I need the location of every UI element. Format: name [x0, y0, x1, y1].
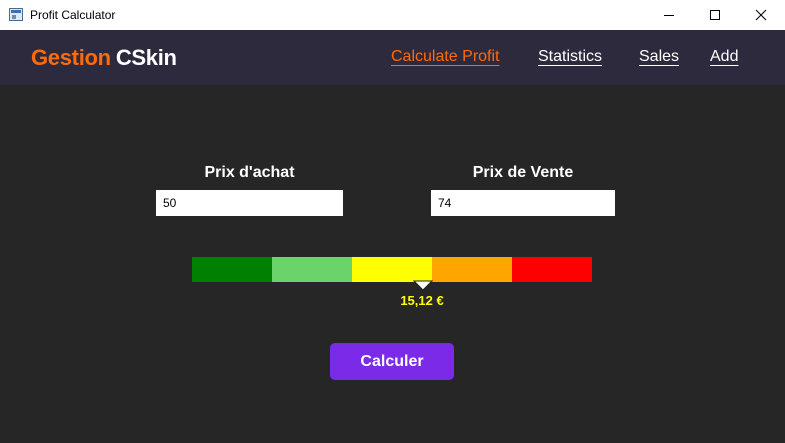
- brand-part-cskin: CSkin: [115, 45, 177, 70]
- nav-bar: Gestion CSkin Calculate Profit Statistics…: [0, 30, 785, 85]
- gauge-segment: [432, 257, 512, 282]
- close-button[interactable]: [738, 0, 784, 30]
- brand-logo: Gestion CSkin: [31, 45, 177, 71]
- gauge-segment: [192, 257, 272, 282]
- nav-statistics[interactable]: Statistics: [538, 48, 602, 66]
- purchase-price-label: Prix d'achat: [204, 164, 295, 181]
- gauge-marker-icon: [413, 280, 433, 291]
- profit-gauge: [192, 257, 592, 282]
- sale-price-label: Prix de Vente: [472, 164, 574, 181]
- nav-add[interactable]: Add: [710, 48, 738, 66]
- calculate-button[interactable]: Calculer: [330, 343, 454, 380]
- window-title: Profit Calculator: [30, 8, 116, 22]
- brand-part-gestion: Gestion: [31, 45, 111, 70]
- nav-sales[interactable]: Sales: [639, 48, 679, 66]
- gauge-segment: [352, 257, 432, 282]
- sale-price-input[interactable]: [431, 190, 615, 216]
- close-icon: [755, 9, 767, 21]
- nav-calculate-profit[interactable]: Calculate Profit: [391, 48, 500, 66]
- profit-value: 15,12 €: [400, 293, 444, 308]
- maximize-icon: [710, 10, 720, 20]
- maximize-button[interactable]: [692, 0, 738, 30]
- minimize-icon: [664, 15, 674, 16]
- window-title-bar: Profit Calculator: [0, 0, 785, 30]
- gauge-segment: [512, 257, 592, 282]
- purchase-price-input[interactable]: [156, 190, 343, 216]
- gauge-segment: [272, 257, 352, 282]
- minimize-button[interactable]: [646, 0, 692, 30]
- app-icon: [9, 8, 23, 21]
